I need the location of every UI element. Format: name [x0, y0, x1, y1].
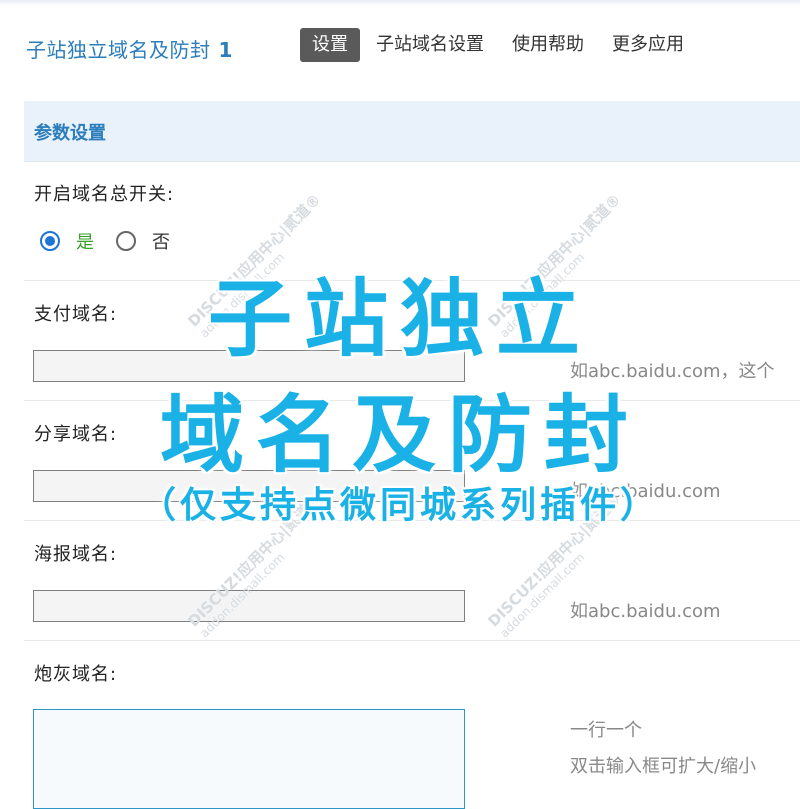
tab-more-apps[interactable]: 更多应用 [600, 28, 696, 62]
app-title-text: 子站独立域名及防封 [26, 38, 211, 62]
app-version: 1 [218, 38, 233, 62]
poster-domain-hint: 如abc.baidu.com [570, 601, 721, 622]
header: 子站独立域名及防封 1 设置 子站域名设置 使用帮助 更多应用 [0, 24, 800, 68]
tab-bar: 设置 子站域名设置 使用帮助 更多应用 [300, 28, 700, 62]
poster-domain-input[interactable] [33, 590, 465, 622]
top-border [0, 0, 800, 6]
poster-domain-label: 海报域名: [34, 544, 118, 565]
divider [24, 640, 800, 641]
section-header: 参数设置 [24, 101, 800, 162]
tab-settings[interactable]: 设置 [300, 28, 360, 62]
cannon-domain-hint-1: 一行一个 [570, 720, 642, 741]
cannon-domain-hint-2: 双击输入框可扩大/缩小 [570, 756, 757, 777]
radio-yes-label[interactable]: 是 [76, 228, 94, 254]
radio-no-label[interactable]: 否 [152, 228, 170, 254]
banner-line-1: 子站独立 [207, 270, 592, 368]
master-switch-label: 开启域名总开关: [34, 184, 175, 205]
section-title: 参数设置 [34, 123, 106, 144]
radio-no[interactable] [116, 231, 136, 251]
app-title: 子站独立域名及防封 1 [26, 34, 233, 63]
banner-line-3: （仅支持点微同城系列插件） [139, 485, 660, 526]
banner-line-2: 域名及防封 [159, 386, 640, 484]
cannon-domain-label: 炮灰域名: [34, 664, 118, 685]
tab-help[interactable]: 使用帮助 [500, 28, 596, 62]
cannon-domain-textarea[interactable] [33, 709, 465, 809]
tab-subsite-domain[interactable]: 子站域名设置 [364, 28, 496, 62]
radio-yes[interactable] [40, 231, 60, 251]
master-switch-radio-group: 是 否 [40, 228, 192, 254]
